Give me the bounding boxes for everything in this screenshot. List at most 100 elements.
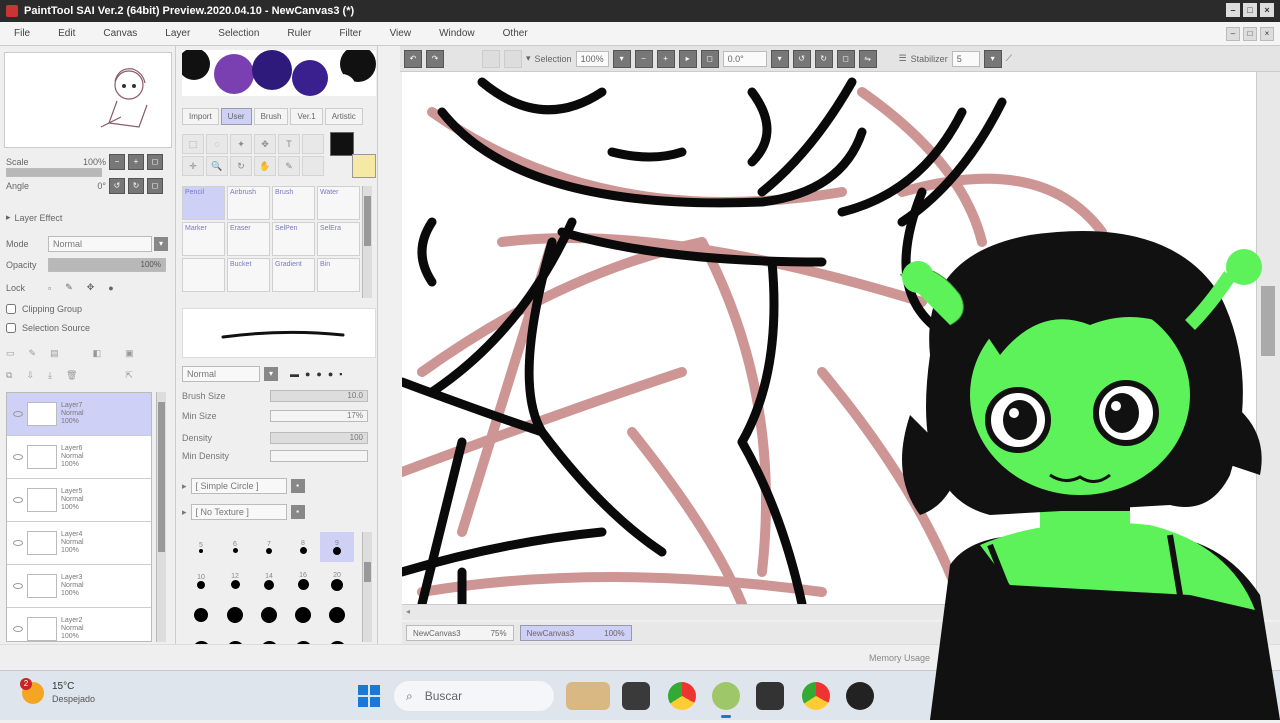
tab-artistic[interactable]: Artistic (324, 108, 363, 125)
rotate-reset-button[interactable]: ◻ (836, 49, 855, 68)
layer-menu-icon[interactable]: ▣ (125, 348, 134, 359)
size-preset[interactable]: 6 (218, 532, 252, 562)
background-color[interactable] (352, 154, 376, 178)
zoom-icon[interactable]: 🔍 (206, 156, 228, 176)
eye-icon[interactable] (13, 411, 23, 417)
layer-row[interactable]: Layer5 Normal 100% (7, 479, 151, 522)
layer-row[interactable]: Layer4 Normal 100% (7, 522, 151, 565)
lock-transparency-icon[interactable]: ▫ (48, 283, 51, 293)
weather-widget[interactable]: 2 15°C Despejado (20, 678, 95, 705)
pen-pressure-icon[interactable]: ⟋ (1006, 53, 1012, 64)
maximize-button[interactable]: □ (1243, 3, 1257, 17)
eye-icon[interactable] (13, 626, 23, 632)
chrome-profile-icon[interactable] (802, 682, 830, 710)
scale-slider[interactable] (6, 168, 102, 177)
clipping-group-row[interactable]: Clipping Group (6, 304, 82, 314)
clipping-group-checkbox[interactable] (6, 304, 16, 314)
scrollbar-thumb[interactable] (158, 402, 165, 552)
blend-mode-select[interactable]: Normal (182, 366, 260, 382)
size-preset[interactable] (184, 600, 218, 630)
lock-paint-icon[interactable]: ✎ (65, 282, 73, 293)
selection-rect-icon[interactable]: ⬚ (182, 134, 204, 154)
brush-selera[interactable]: SelEra (317, 222, 360, 256)
hand-icon[interactable]: ✋ (254, 156, 276, 176)
brush-pencil[interactable]: Pencil (182, 186, 225, 220)
chevron-down-icon[interactable]: ▾ (983, 49, 1002, 68)
search-highlight-icon[interactable] (566, 682, 610, 710)
tab-import[interactable]: Import (182, 108, 219, 125)
document-tab[interactable]: NewCanvas3 100% (519, 625, 632, 641)
rotate-right-button[interactable]: ↻ (814, 49, 833, 68)
scroll-left-icon[interactable]: ◂ (406, 607, 410, 616)
select-layer-icon[interactable]: ⇱ (125, 370, 133, 381)
scrollbar-thumb[interactable] (364, 562, 371, 582)
expand-icon[interactable]: ▸ (182, 481, 187, 492)
menu-selection[interactable]: Selection (218, 28, 259, 39)
size-preset[interactable]: 5 (184, 532, 218, 562)
selection-source-checkbox[interactable] (6, 323, 16, 333)
chrome-icon[interactable] (668, 682, 696, 710)
merge-down-icon[interactable]: ⤓ (48, 370, 52, 381)
rotate-icon[interactable]: ↻ (230, 156, 252, 176)
brush-texture-select[interactable]: [ No Texture ] (190, 504, 287, 520)
brush-gradient[interactable]: Gradient (272, 258, 315, 292)
chevron-down-icon[interactable]: ▾ (770, 49, 789, 68)
apply-mask-icon[interactable]: ◧ (93, 348, 102, 359)
size-preset[interactable] (286, 600, 320, 630)
size-preset[interactable] (252, 600, 286, 630)
scrollbar-thumb[interactable] (364, 196, 371, 246)
brush-airbrush[interactable]: Airbrush (227, 186, 270, 220)
foreground-color[interactable] (330, 132, 354, 156)
move-icon[interactable]: ✥ (254, 134, 276, 154)
transfer-down-icon[interactable]: ⇩ (26, 370, 34, 381)
eyedropper-icon[interactable]: ✎ (278, 156, 300, 176)
brush-bin[interactable]: Bin (317, 258, 360, 292)
size-preset[interactable] (320, 600, 354, 630)
zoom-reset-button[interactable]: ◻ (700, 49, 719, 68)
zoom-reset-button[interactable]: ◻ (147, 154, 163, 170)
new-folder-icon[interactable]: ▤ (50, 348, 59, 359)
selection-dropdown-icon[interactable]: ▾ (526, 53, 531, 64)
layer-list-scrollbar[interactable] (156, 392, 166, 642)
min-size-slider[interactable]: 17% (270, 410, 368, 422)
color-swatch-strip[interactable] (182, 50, 376, 96)
size-preset[interactable]: 16 (286, 566, 320, 596)
density-slider[interactable]: 100 (270, 432, 368, 444)
paint-tool-icon[interactable] (756, 682, 784, 710)
menu-canvas[interactable]: Canvas (103, 28, 137, 39)
zoom-fit-button[interactable]: ▸ (678, 49, 697, 68)
windows-start-icon[interactable] (358, 685, 380, 707)
brush-size-slider[interactable]: 10.0 (270, 390, 368, 402)
brush-water[interactable]: Water (317, 186, 360, 220)
menu-ruler[interactable]: Ruler (287, 28, 311, 39)
chevron-down-icon[interactable]: ▾ (154, 237, 168, 251)
taskbar-search[interactable]: ⌕ Buscar (394, 681, 554, 711)
deselect-icon[interactable] (482, 49, 500, 68)
layer-effect-header[interactable]: ▸ Layer Effect (6, 212, 62, 223)
size-preset[interactable] (218, 600, 252, 630)
undo-icon[interactable]: ↶ (404, 49, 422, 68)
new-linework-icon[interactable]: ✎ (29, 348, 37, 359)
expand-icon[interactable]: ▸ (182, 507, 187, 518)
zoom-in-button[interactable]: + (128, 154, 144, 170)
brush-brush[interactable]: Brush (272, 186, 315, 220)
doc-restore-button[interactable]: □ (1243, 27, 1257, 41)
size-preset[interactable]: 7 (252, 532, 286, 562)
minimize-button[interactable]: – (1226, 3, 1240, 17)
size-preset[interactable]: 14 (252, 566, 286, 596)
chevron-down-icon[interactable]: ▾ (612, 49, 631, 68)
redo-icon[interactable]: ↷ (426, 49, 444, 68)
doc-minimize-button[interactable]: – (1226, 27, 1240, 41)
brush-edge-options[interactable]: ▬●●●▪ (290, 369, 349, 379)
chevron-down-icon[interactable]: ▾ (264, 367, 278, 381)
tab-brush[interactable]: Brush (253, 108, 289, 125)
stabilizer-field[interactable]: 5 (951, 50, 980, 67)
layer-row[interactable]: Layer2 Normal 100% (7, 608, 151, 641)
size-preset[interactable]: 8 (286, 532, 320, 562)
zoom-field[interactable]: 100% (575, 50, 609, 67)
settings-icon[interactable]: ▪ (290, 505, 305, 519)
size-preset[interactable]: 9 (320, 532, 354, 562)
menu-layer[interactable]: Layer (165, 28, 190, 39)
size-presets-scrollbar[interactable] (362, 532, 372, 642)
close-button[interactable]: × (1260, 3, 1274, 17)
